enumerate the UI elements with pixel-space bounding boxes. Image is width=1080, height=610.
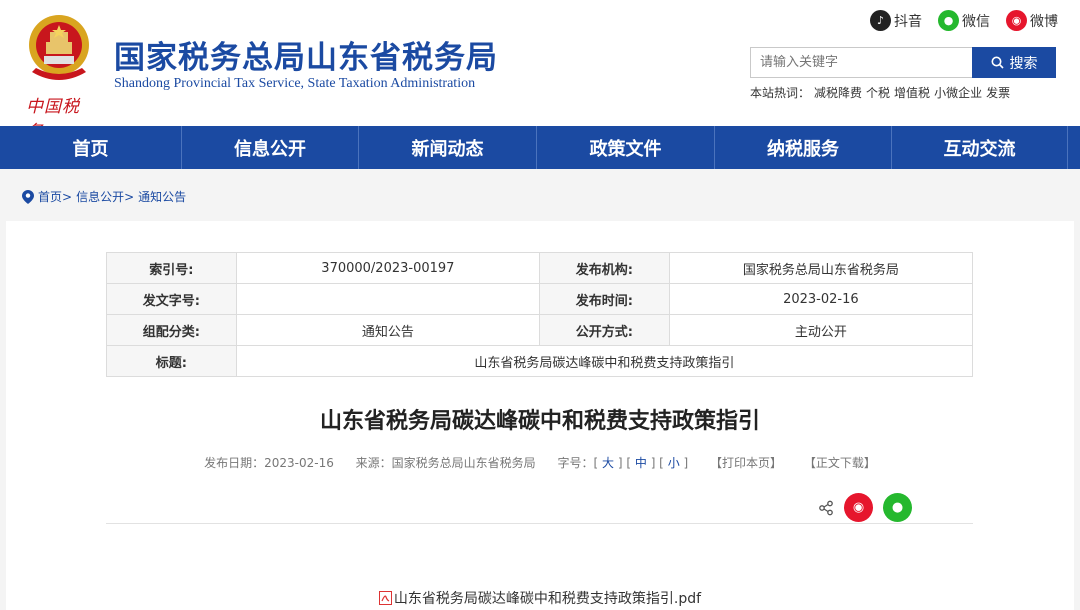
doc-number-value xyxy=(235,283,541,315)
divider xyxy=(106,523,973,524)
breadcrumb: 首页> 信息公开> 通知公告 xyxy=(22,188,186,205)
social-wechat[interactable]: ● 微信 xyxy=(938,10,990,31)
share-bar: ◉ ● xyxy=(818,493,912,522)
content-card: 索引号: 370000/2023-00197 发布机构: 国家税务总局山东省税务… xyxy=(6,221,1074,610)
hot-keywords-label: 本站热词： xyxy=(750,86,811,100)
site-title[interactable]: 国家税务总局山东省税务局 xyxy=(114,32,498,77)
hot-keyword[interactable]: 减税降费 xyxy=(814,86,862,100)
publish-date: 发布日期：2023-02-16 xyxy=(204,456,334,470)
social-weibo[interactable]: ◉ 微博 xyxy=(1006,10,1058,31)
wechat-icon: ● xyxy=(938,10,959,31)
disclosure-method-value: 主动公开 xyxy=(668,314,974,346)
publisher-label: 发布机构: xyxy=(539,252,670,284)
download-link[interactable]: 【正文下载】 xyxy=(804,456,876,470)
national-emblem-icon xyxy=(29,15,89,80)
table-row: 索引号: 370000/2023-00197 发布机构: 国家税务总局山东省税务… xyxy=(106,252,974,284)
source: 来源：国家税务总局山东省税务局 xyxy=(355,456,536,470)
index-no-value: 370000/2023-00197 xyxy=(235,252,541,284)
douyin-icon: ♪ xyxy=(870,10,891,31)
disclosure-method-label: 公开方式: xyxy=(539,314,670,346)
print-link[interactable]: 【打印本页】 xyxy=(710,456,782,470)
weibo-icon: ◉ xyxy=(1006,10,1027,31)
index-no-label: 索引号: xyxy=(106,252,237,284)
hot-keyword[interactable]: 发票 xyxy=(986,86,1010,100)
social-label: 抖音 xyxy=(894,13,922,30)
nav-tax-service[interactable]: 纳税服务 xyxy=(715,126,892,169)
social-label: 微信 xyxy=(962,13,990,30)
search-input[interactable] xyxy=(750,47,972,78)
font-size-large[interactable]: 大 xyxy=(602,456,614,470)
share-wechat-icon[interactable]: ● xyxy=(883,493,912,522)
document-title: 山东省税务局碳达峰碳中和税费支持政策指引 xyxy=(319,409,760,434)
title-value: 山东省税务局碳达峰碳中和税费支持政策指引 xyxy=(235,345,974,377)
search-bar: 搜索 xyxy=(750,47,1056,78)
breadcrumb-info-disclosure[interactable]: 信息公开> xyxy=(76,188,134,205)
title-label: 标题: xyxy=(106,345,237,377)
breadcrumb-home[interactable]: 首页> xyxy=(38,188,72,205)
publisher-value: 国家税务总局山东省税务局 xyxy=(668,252,974,284)
attachment-link[interactable]: 山东省税务局碳达峰碳中和税费支持政策指引.pdf xyxy=(6,588,1074,608)
doc-number-label: 发文字号: xyxy=(106,283,237,315)
location-pin-icon xyxy=(22,189,34,204)
document-info-bar: 发布日期：2023-02-16 来源：国家税务总局山东省税务局 字号：[ 大 ]… xyxy=(204,456,876,470)
table-row: 发文字号: 发布时间: 2023-02-16 xyxy=(106,283,974,315)
search-button[interactable]: 搜索 xyxy=(972,47,1056,78)
main-nav: 首页 信息公开 新闻动态 政策文件 纳税服务 互动交流 xyxy=(0,126,1080,169)
font-size-label: 字号： xyxy=(557,456,594,470)
hot-keyword[interactable]: 增值税 xyxy=(894,86,930,100)
site-header: 中国税务 国家税务总局山东省税务局 Shandong Provincial Ta… xyxy=(0,0,1080,142)
pdf-icon xyxy=(378,591,392,605)
nav-home[interactable]: 首页 xyxy=(0,126,182,169)
hot-keywords: 本站热词： 减税降费 个税 增值税 小微企业 发票 xyxy=(750,84,1010,101)
category-label: 组配分类: xyxy=(106,314,237,346)
share-icon[interactable] xyxy=(818,500,834,516)
nav-news[interactable]: 新闻动态 xyxy=(359,126,537,169)
hot-keyword[interactable]: 小微企业 xyxy=(934,86,982,100)
hot-keyword[interactable]: 个税 xyxy=(866,86,890,100)
social-label: 微博 xyxy=(1030,13,1058,30)
social-links: ♪ 抖音 ● 微信 ◉ 微博 xyxy=(870,10,1058,31)
publish-time-label: 发布时间: xyxy=(539,283,670,315)
font-size-medium[interactable]: 中 xyxy=(635,456,647,470)
nav-info-disclosure[interactable]: 信息公开 xyxy=(182,126,359,169)
table-row: 组配分类: 通知公告 公开方式: 主动公开 xyxy=(106,314,974,346)
site-subtitle-en: Shandong Provincial Tax Service, State T… xyxy=(114,76,476,91)
nav-policy[interactable]: 政策文件 xyxy=(537,126,715,169)
document-meta-table: 索引号: 370000/2023-00197 发布机构: 国家税务总局山东省税务… xyxy=(106,252,974,377)
social-douyin[interactable]: ♪ 抖音 xyxy=(870,10,922,31)
attachment-filename[interactable]: 山东省税务局碳达峰碳中和税费支持政策指引.pdf xyxy=(394,591,701,607)
font-size-small[interactable]: 小 xyxy=(668,456,680,470)
category-value: 通知公告 xyxy=(235,314,541,346)
breadcrumb-notices[interactable]: 通知公告 xyxy=(138,188,186,205)
table-row: 标题: 山东省税务局碳达峰碳中和税费支持政策指引 xyxy=(106,345,974,377)
search-icon xyxy=(991,56,1004,69)
share-weibo-icon[interactable]: ◉ xyxy=(844,493,873,522)
publish-time-value: 2023-02-16 xyxy=(668,283,974,315)
search-button-label: 搜索 xyxy=(1009,55,1038,72)
nav-interaction[interactable]: 互动交流 xyxy=(892,126,1068,169)
